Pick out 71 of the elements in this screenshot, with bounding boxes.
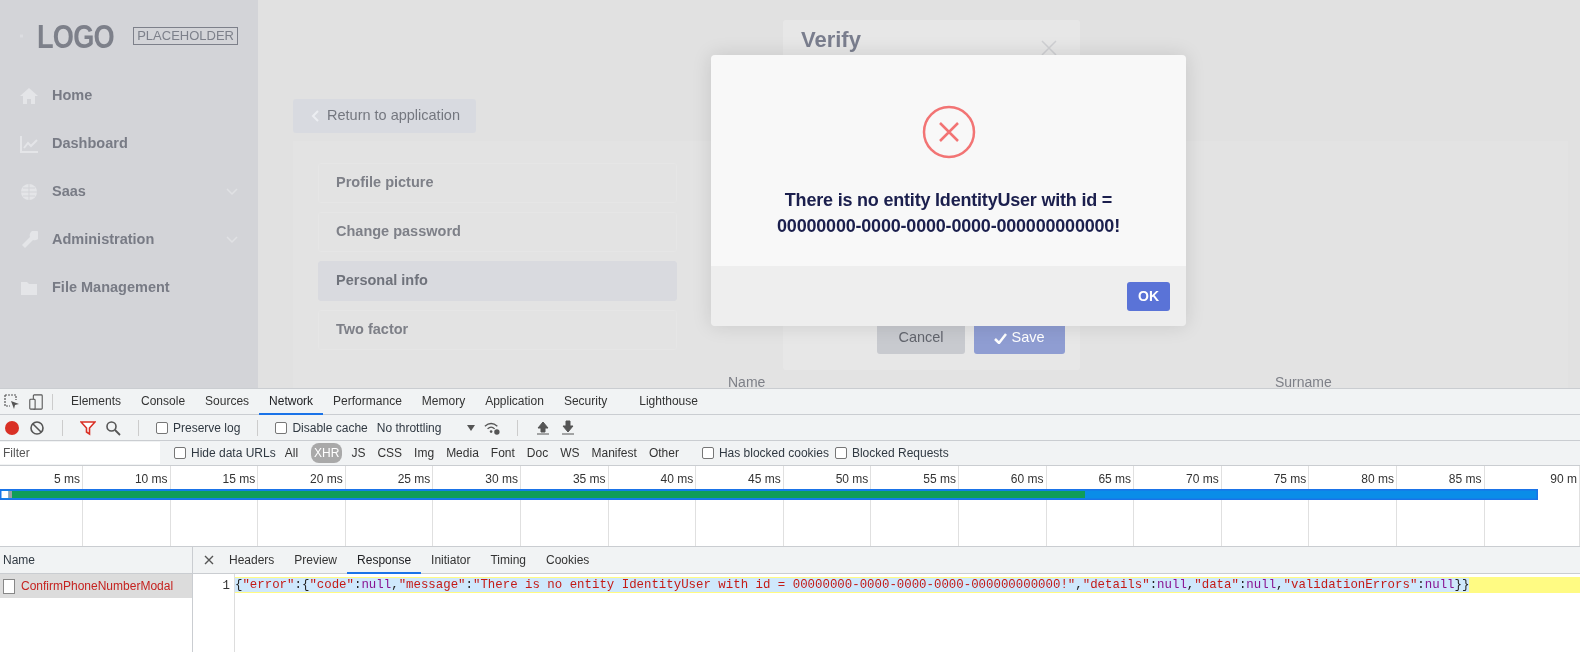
device-icon[interactable]	[28, 393, 44, 410]
clear-icon[interactable]	[29, 419, 45, 436]
tick-label: 10 ms	[133, 471, 169, 488]
check-icon	[994, 332, 1008, 344]
file-icon	[3, 578, 15, 594]
type-filter[interactable]: Img	[411, 443, 438, 463]
column-header[interactable]: Name	[0, 547, 192, 574]
devtools-tab[interactable]: Console	[131, 388, 196, 415]
preserve-log-checkbox[interactable]: Preserve log	[156, 418, 241, 437]
detail-tab[interactable]: Headers	[219, 547, 285, 574]
tick-label: 35 ms	[571, 471, 607, 488]
tick-label: 30 ms	[484, 471, 519, 488]
detail-tab[interactable]: Initiator	[421, 547, 481, 574]
tick-label: 90 m	[1549, 471, 1578, 488]
error-message: There is no entity IdentityUser with id = 00000000-0000-0000-0000-000000000000!	[777, 189, 1120, 239]
tick-label: 70 ms	[1185, 471, 1220, 488]
throttling-dropdown[interactable]: No throttling	[376, 418, 476, 437]
type-filter[interactable]: WS	[557, 443, 583, 463]
type-filter[interactable]: JS	[348, 443, 369, 463]
tick-label: 60 ms	[1009, 471, 1045, 488]
blocked-requests-checkbox[interactable]: Blocked Requests	[834, 444, 949, 462]
devtools-tab[interactable]: Security	[553, 388, 618, 415]
filter-input[interactable]: Filter	[0, 442, 160, 464]
tick-label: 85 ms	[1447, 471, 1483, 488]
inspect-icon[interactable]	[4, 393, 20, 410]
caret-icon	[467, 424, 476, 431]
filter-icon[interactable]	[80, 419, 96, 436]
tick-label: 20 ms	[309, 471, 344, 488]
logo-tagline: PLACEHOLDER	[133, 26, 238, 46]
devtools-tab[interactable]: Sources	[195, 388, 260, 415]
type-filter[interactable]: CSS	[374, 443, 406, 463]
hide-data-urls-checkbox[interactable]: Hide data URLs	[174, 444, 276, 462]
tick-label: 80 ms	[1360, 471, 1395, 488]
modal-title: Verify	[801, 29, 861, 51]
type-filter[interactable]: Font	[487, 443, 518, 463]
field-label: Surname	[1275, 373, 1333, 388]
tick-label: 55 ms	[922, 471, 957, 488]
type-filter[interactable]: Manifest	[588, 443, 640, 463]
tick-label: 65 ms	[1097, 471, 1133, 488]
tick-label: 50 ms	[834, 471, 870, 488]
request-row[interactable]: ConfirmPhoneNumberModal	[0, 574, 192, 598]
type-filter[interactable]: Doc	[523, 443, 552, 463]
devtools-tab[interactable]: Application	[475, 388, 554, 415]
devtools-tab[interactable]: Memory	[411, 388, 476, 415]
tick-label: 5 ms	[53, 471, 81, 488]
type-filter[interactable]: Media	[443, 443, 482, 463]
devtools-tab[interactable]: Performance	[323, 388, 412, 415]
detail-tab[interactable]: Timing	[480, 547, 536, 574]
type-filter[interactable]: All	[281, 443, 302, 463]
detail-tab[interactable]: Cookies	[536, 547, 600, 574]
logo-text: LOGO	[37, 19, 114, 53]
detail-tab[interactable]: Response	[347, 547, 422, 574]
close-icon	[204, 555, 214, 565]
ok-button[interactable]: OK	[1127, 281, 1170, 311]
devtools-tab[interactable]: Elements	[61, 388, 132, 415]
error-icon	[921, 105, 976, 159]
tick-label: 15 ms	[221, 471, 257, 488]
devtools-tab[interactable]: Lighthouse	[629, 388, 708, 415]
tick-label: 25 ms	[396, 471, 432, 488]
disable-cache-checkbox[interactable]: Disable cache	[275, 418, 368, 437]
tick-label: 75 ms	[1272, 471, 1308, 488]
detail-tab[interactable]: Preview	[284, 547, 348, 574]
field-label: Name	[728, 373, 767, 388]
search-icon[interactable]	[105, 419, 121, 436]
upload-icon[interactable]	[535, 419, 552, 436]
tick-label: 45 ms	[747, 471, 782, 488]
tick-label: 40 ms	[659, 471, 695, 488]
download-icon[interactable]	[560, 419, 577, 436]
record-icon[interactable]	[4, 419, 20, 436]
type-filter[interactable]: Other	[645, 443, 682, 463]
blocked-cookies-checkbox[interactable]: Has blocked cookies	[701, 444, 829, 462]
